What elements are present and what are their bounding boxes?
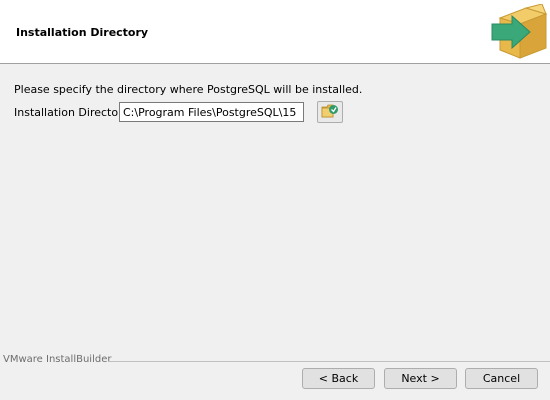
- header-banner: Installation Directory: [0, 0, 550, 64]
- footer-divider: [108, 361, 550, 362]
- browse-button[interactable]: [317, 101, 343, 123]
- installer-window: Installation Directory Please specify th…: [0, 0, 550, 400]
- cancel-button[interactable]: Cancel: [465, 368, 538, 389]
- folder-browse-icon: [321, 103, 339, 122]
- directory-input[interactable]: [119, 102, 304, 122]
- next-button[interactable]: Next >: [384, 368, 457, 389]
- brand-label: VMware InstallBuilder: [3, 354, 112, 365]
- install-description: Please specify the directory where Postg…: [14, 83, 363, 96]
- back-button[interactable]: < Back: [302, 368, 375, 389]
- directory-label: Installation Directory: [14, 106, 130, 119]
- page-title: Installation Directory: [16, 26, 149, 39]
- installer-box-arrow-icon: [486, 3, 548, 60]
